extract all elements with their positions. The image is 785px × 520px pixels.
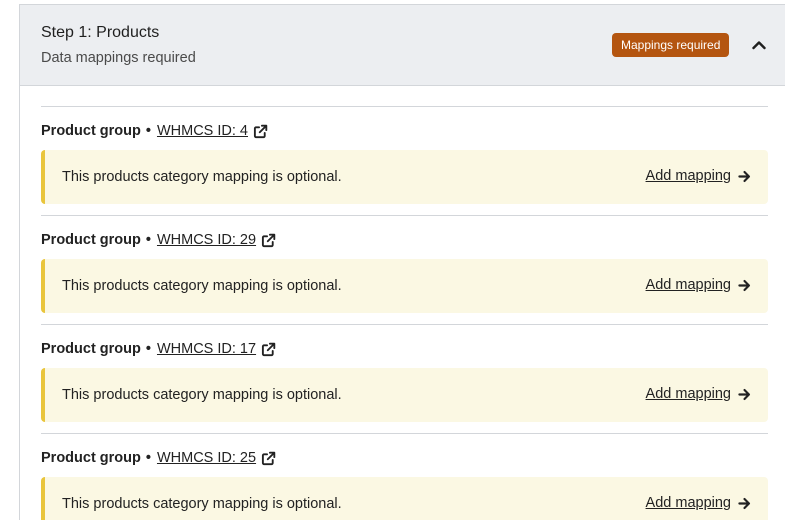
whmcs-id-link[interactable]: WHMCS ID: 29 [157,232,256,248]
arrow-right-icon [738,497,751,510]
external-link-icon[interactable] [253,124,268,139]
product-group-label: Product group [41,123,141,139]
separator: • [145,341,151,357]
step-subtitle: Data mappings required [41,50,196,66]
product-group-row: Product group • WHMCS ID: 17 This produc… [41,324,768,433]
notice-text: This products category mapping is option… [62,496,342,512]
product-group-heading: Product group • WHMCS ID: 25 [41,450,276,466]
optional-mapping-notice: This products category mapping is option… [41,477,768,520]
optional-mapping-notice: This products category mapping is option… [41,259,768,313]
external-link-icon[interactable] [261,233,276,248]
product-group-label: Product group [41,232,141,248]
product-group-label: Product group [41,450,141,466]
add-mapping-label: Add mapping [645,168,731,184]
optional-mapping-notice: This products category mapping is option… [41,368,768,422]
product-group-label: Product group [41,341,141,357]
notice-text: This products category mapping is option… [62,278,342,294]
arrow-right-icon [738,388,751,401]
separator: • [145,232,151,248]
product-group-row: Product group • WHMCS ID: 4 This product… [41,106,768,215]
add-mapping-label: Add mapping [645,386,731,402]
external-link-icon[interactable] [261,342,276,357]
whmcs-id-link[interactable]: WHMCS ID: 17 [157,341,256,357]
add-mapping-label: Add mapping [645,495,731,511]
notice-text: This products category mapping is option… [62,169,342,185]
add-mapping-link[interactable]: Add mapping [646,277,751,293]
step-panel: Step 1: Products Data mappings required … [19,4,785,520]
collapse-button[interactable] [748,35,770,57]
add-mapping-label: Add mapping [645,277,731,293]
product-groups-list: Product group • WHMCS ID: 4 This product… [41,106,768,520]
whmcs-id-link[interactable]: WHMCS ID: 25 [157,450,256,466]
add-mapping-link[interactable]: Add mapping [646,168,751,184]
separator: • [145,123,151,139]
chevron-up-icon [752,37,766,55]
notice-text: This products category mapping is option… [62,387,342,403]
external-link-icon[interactable] [261,451,276,466]
optional-mapping-notice: This products category mapping is option… [41,150,768,204]
product-group-heading: Product group • WHMCS ID: 4 [41,123,268,139]
add-mapping-link[interactable]: Add mapping [646,495,751,511]
product-group-heading: Product group • WHMCS ID: 29 [41,232,276,248]
step-header[interactable]: Step 1: Products Data mappings required … [20,5,785,86]
arrow-right-icon [738,279,751,292]
status-badge: Mappings required [612,33,730,57]
arrow-right-icon [738,170,751,183]
separator: • [145,450,151,466]
whmcs-id-link[interactable]: WHMCS ID: 4 [157,123,248,139]
step-title: Step 1: Products [41,24,160,41]
product-group-row: Product group • WHMCS ID: 29 This produc… [41,215,768,324]
product-group-row: Product group • WHMCS ID: 25 This produc… [41,433,768,520]
product-group-heading: Product group • WHMCS ID: 17 [41,341,276,357]
add-mapping-link[interactable]: Add mapping [646,386,751,402]
